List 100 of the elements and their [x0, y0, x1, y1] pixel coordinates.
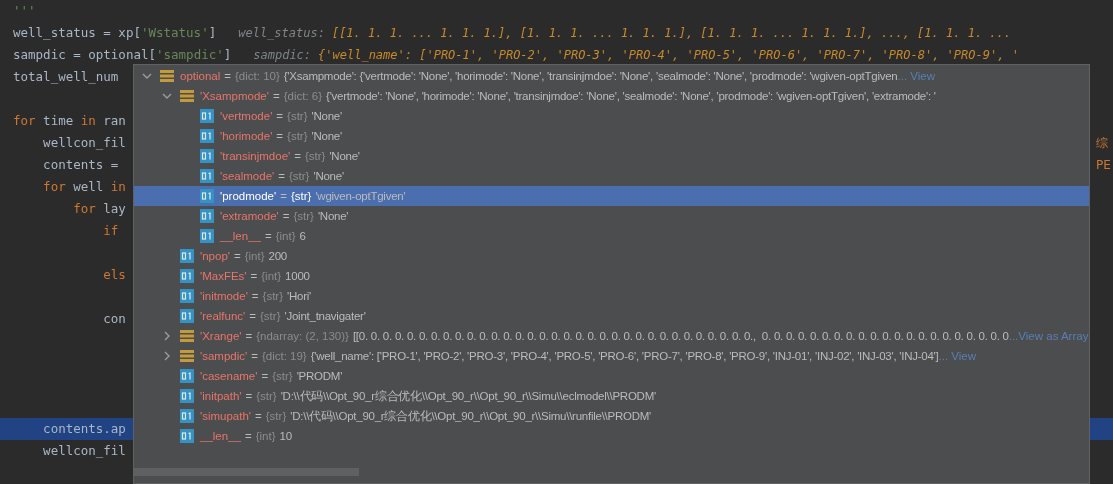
tree-row[interactable]: 'extramode' = {str} 'None' [134, 206, 1089, 226]
type-label: {dict: 19} [261, 350, 307, 362]
tree-row[interactable]: __len__ = {int} 6 [134, 226, 1089, 246]
type-label: {str} [287, 110, 308, 122]
tree-row[interactable]: 'Xsampmode' = {dict: 6} {'vertmode': 'None', 'horimode': 'None', 'transinjmdoe': 'None', 'sealmode': 'None', 'prodmode': 'wgiven-optTgiven', 'extramode': ' [134, 86, 1089, 106]
variable-value: 'D:\\代码\\Opt_90_r综合优化\\Opt_90_r\\Opt_90_r\\Simu\\runfile\\PRODM' [290, 408, 652, 424]
tree-row[interactable]: 'MaxFEs' = {int} 1000 [134, 266, 1089, 286]
code-text: well [72, 178, 105, 196]
string-text: 'Wstatus' [140, 24, 209, 42]
variable-icon [180, 309, 194, 323]
inline-hint-value: {'well_name': ['PRO-1', 'PRO-2', 'PRO-3', 'PRO-4', 'PRO-5', 'PRO-6', 'PRO-7', 'PRO-8', 'PRO-9', ' [318, 47, 1019, 64]
keyword-text: for [42, 178, 66, 196]
equals-sign: = [264, 230, 272, 242]
variable-value: 'None' [329, 150, 360, 162]
tree-row[interactable]: 'casename' = {str} 'PRODM' [134, 366, 1089, 386]
variable-value: 'PRODM' [296, 370, 343, 382]
tree-row[interactable]: __len__ = {int} 10 [134, 426, 1089, 446]
variable-value: 'Joint_tnavigater' [284, 310, 366, 322]
list-icon [180, 330, 194, 342]
variable-value: 10 [279, 430, 292, 442]
equals-sign: = [272, 90, 280, 102]
tree-row[interactable]: 'realfunc' = {str} 'Joint_tnavigater' [134, 306, 1089, 326]
variable-value: 'wgiven-optTgiven' [315, 190, 406, 202]
list-icon [160, 70, 174, 82]
type-label: {int} [261, 270, 282, 282]
list-icon [180, 90, 194, 102]
equals-sign: = [250, 270, 258, 282]
keyword-text: for [13, 112, 36, 130]
keyword-text: els [102, 266, 126, 284]
variable-value: 'None' [311, 110, 342, 122]
variable-icon [200, 229, 214, 243]
variable-name: 'horimode' [220, 130, 273, 142]
type-label: {str} [293, 210, 314, 222]
equals-sign: = [294, 150, 301, 162]
tree-row[interactable]: optional = {dict: 10} {'Xsampmode': {'vertmode': 'None', 'horimode': 'None', 'transinjmdoe': 'None', 'sealmode': 'None', 'prodmode': 'wgiven-optTgiven... View [134, 66, 1089, 86]
variable-value: {'well_name': ['PRO-1', 'PRO-2', 'PRO-3', 'PRO-4', 'PRO-5', 'PRO-6', 'PRO-7', 'PRO-8', 'PRO-9', 'INJ-01', 'INJ-02', 'INJ-03', 'INJ-04'] [310, 350, 939, 362]
variable-icon [180, 429, 194, 443]
equals-sign: = [276, 130, 284, 142]
keyword-text: for [72, 200, 96, 218]
code-text: wellcon_fil [42, 442, 126, 460]
type-label: {str} [289, 170, 310, 182]
variable-name: 'prodmode' [220, 190, 277, 202]
type-label: {str} [304, 150, 326, 162]
tree-row[interactable]: 'simupath' = {str} 'D:\\代码\\Opt_90_r综合优化\\Opt_90_r\\Opt_90_r\\Simu\\runfile\\PRODM' [134, 406, 1089, 426]
variable-icon [200, 109, 214, 123]
tree-row[interactable]: 'initpath' = {str} 'D:\\代码\\Opt_90_r综合优化\\Opt_90_r\\Opt_90_r\\Simu\\eclmodel\\PRODM' [134, 386, 1089, 406]
variable-name: 'transinjmdoe' [220, 150, 291, 162]
variable-value: 'None' [311, 130, 342, 142]
variable-name: 'MaxFEs' [200, 270, 247, 282]
equals-sign: = [234, 250, 241, 262]
variable-icon [180, 409, 194, 423]
inline-hint-name: sampdic: [253, 47, 312, 64]
variable-name: 'initmode' [200, 290, 248, 302]
variable-name: 'vertmode' [220, 110, 273, 122]
variable-name: 'Xrange' [200, 330, 242, 342]
tree-row[interactable]: 'sampdic' = {dict: 19} {'well_name': ['PRO-1', 'PRO-2', 'PRO-3', 'PRO-4', 'PRO-5', 'PRO-6', 'PRO-7', 'PRO-8', 'PRO-9', 'INJ-01', 'INJ-02', 'INJ-03', 'INJ-04']... View [134, 346, 1089, 366]
tree-row[interactable]: 'transinjmdoe' = {str} 'None' [134, 146, 1089, 166]
variable-name: 'sealmode' [220, 170, 275, 182]
type-label: {str} [256, 390, 277, 402]
variable-value: 'D:\\代码\\Opt_90_r综合优化\\Opt_90_r\\Opt_90_r\\Simu\\eclmodel\\PRODM' [280, 388, 656, 404]
equals-sign: = [224, 70, 231, 82]
variable-name: 'realfunc' [200, 310, 246, 322]
keyword-text: in [80, 112, 96, 130]
equals-sign: = [280, 190, 287, 202]
string-text: 'sampdic' [156, 46, 224, 64]
variable-icon [200, 129, 214, 143]
variable-icon [180, 249, 194, 263]
equals-sign: = [276, 110, 284, 122]
code-text: con [102, 310, 126, 328]
tree-row[interactable]: 'horimode' = {str} 'None' [134, 126, 1089, 146]
code-text: ] [223, 46, 232, 64]
variable-icon [200, 149, 214, 163]
code-text: well_status = xp[ [13, 24, 141, 42]
equals-sign: = [245, 330, 253, 342]
variable-icon [200, 169, 214, 183]
variable-name: 'extramode' [220, 210, 279, 222]
variable-name: 'casename' [200, 370, 258, 382]
tree-row[interactable]: 'sealmode' = {str} 'None' [134, 166, 1089, 186]
variable-value: 200 [268, 250, 287, 262]
list-icon [180, 350, 194, 362]
tree-row[interactable]: 'vertmode' = {str} 'None' [134, 106, 1089, 126]
variable-value: [[0. 0. 0. 0. 0. 0. 0. 0. 0. 0. 0. 0. 0. 0. 0. 0. 0. 0. 0. 0. 0. 0. 0. 0. 0. 0. 0. 0. 0. 0. 0. 0. 0., 0. 0. 0. 0. 0. 0. 0. 0. 0. 0. 0. 0. 0. 0. 0. 0. 0. 0. 0. 0. 0 [352, 330, 1009, 342]
horizontal-scrollbar[interactable] [134, 468, 359, 476]
variable-name: 'sampdic' [200, 350, 248, 362]
type-label: {dict: 6} [283, 90, 323, 102]
keyword-text: if [102, 222, 119, 240]
code-text: PE [1096, 157, 1111, 174]
tree-row[interactable]: 'prodmode' = {str} 'wgiven-optTgiven' [134, 186, 1089, 206]
variable-value: {'vertmode': 'None', 'horimode': 'None', 'transinjmdoe': 'None', 'sealmode': 'None', 'prodmode': 'wgiven-optTgiven', 'extramode': ' [326, 90, 936, 102]
tree-row[interactable]: 'npop' = {int} 200 [134, 246, 1089, 266]
inline-hint-value: [[1. 1. 1. ... 1. 1. 1.], [1. 1. 1. ... 1. 1. 1.], [1. 1. 1. ... 1. 1. 1.], ..., [1. 1. 1. ... [331, 25, 1012, 42]
equals-sign: = [245, 390, 253, 402]
code-text: ran [102, 112, 126, 130]
tree-row[interactable]: 'initmode' = {str} 'Hori' [134, 286, 1089, 306]
equals-sign: = [255, 410, 262, 422]
code-text: total_well_num [13, 68, 119, 86]
variable-name: __len__ [220, 230, 261, 242]
variable-icon [200, 189, 214, 203]
type-label: {str} [260, 310, 281, 322]
type-label: {int} [244, 250, 265, 262]
